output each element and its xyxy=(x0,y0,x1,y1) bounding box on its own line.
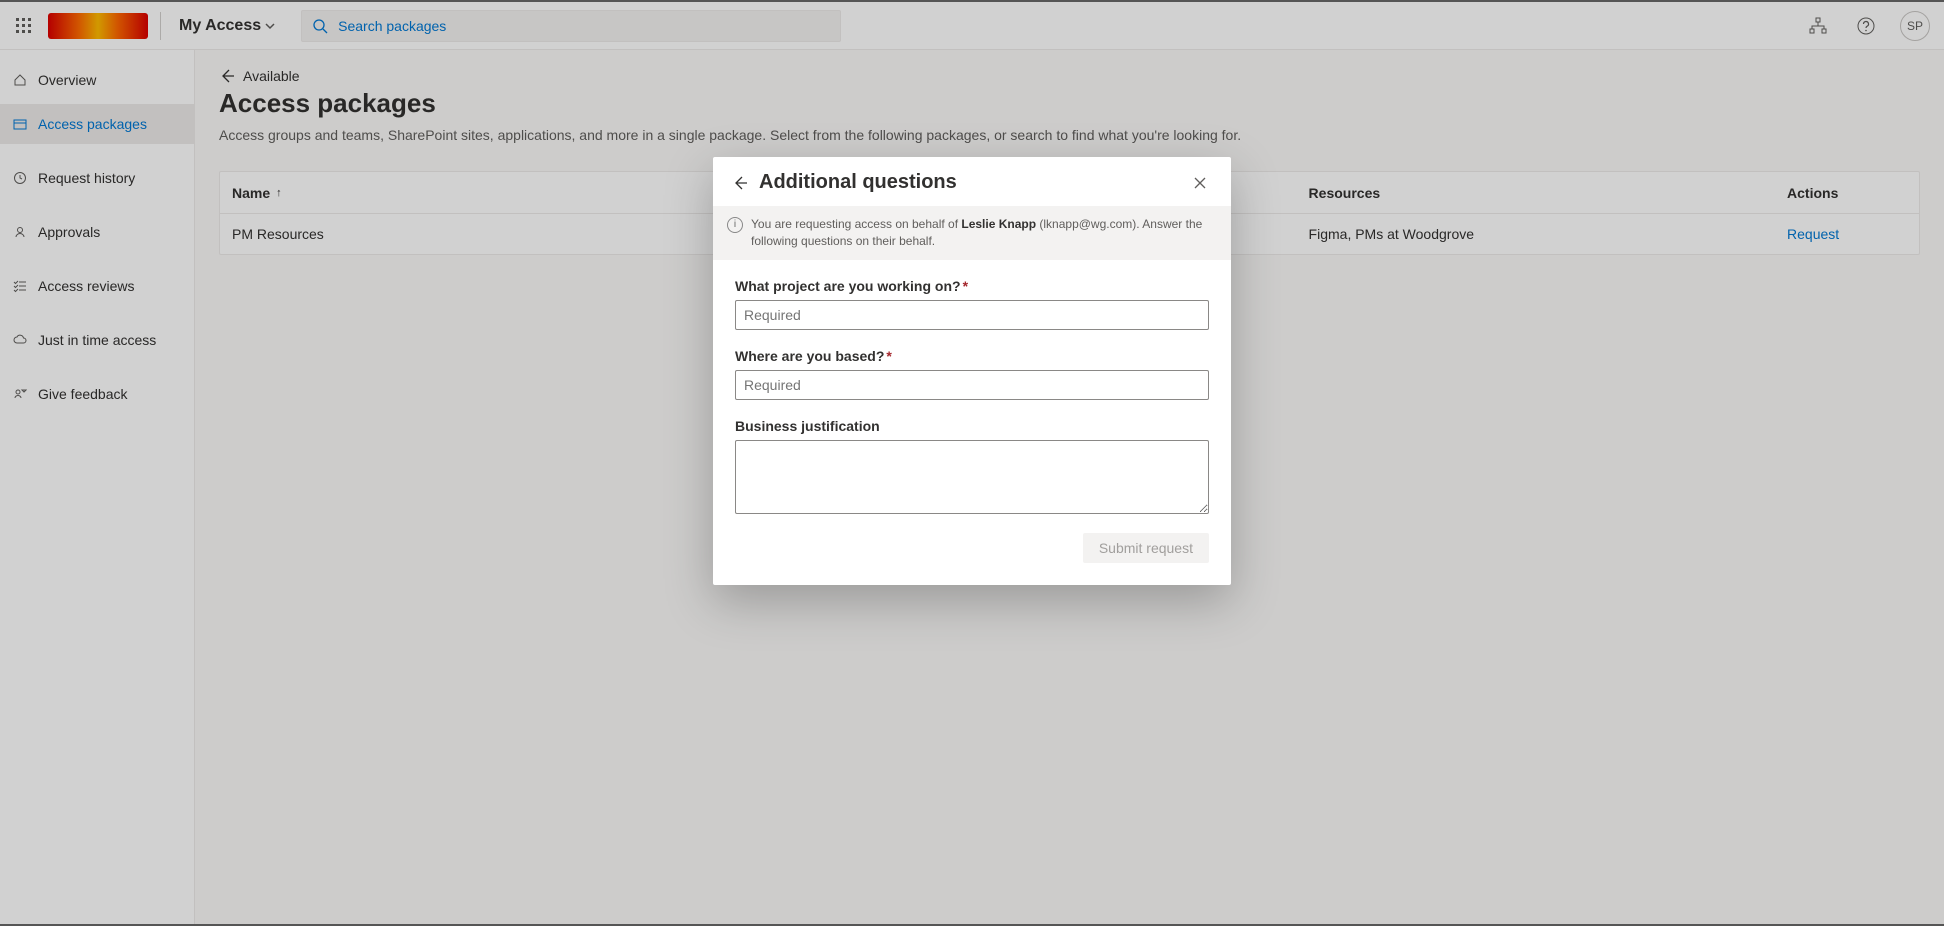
field-location: Where are you based?* xyxy=(735,348,1209,400)
field-justification: Business justification xyxy=(735,418,1209,517)
label-justification: Business justification xyxy=(735,418,1209,434)
required-mark: * xyxy=(886,348,891,364)
input-location[interactable] xyxy=(735,370,1209,400)
info-text: You are requesting access on behalf of L… xyxy=(751,216,1215,250)
info-banner: i You are requesting access on behalf of… xyxy=(713,206,1231,260)
dialog-body: What project are you working on?* Where … xyxy=(713,260,1231,523)
dialog-title: Additional questions xyxy=(759,171,1183,194)
label-location-text: Where are you based? xyxy=(735,348,884,364)
dialog-footer: Submit request xyxy=(713,523,1231,585)
input-project[interactable] xyxy=(735,300,1209,330)
required-mark: * xyxy=(963,278,968,294)
dialog-back-button[interactable] xyxy=(731,174,749,192)
modal-overlay: Additional questions i You are requestin… xyxy=(0,2,1944,924)
info-name: Leslie Knapp xyxy=(961,217,1036,231)
app-root: My Access SP Ov xyxy=(0,0,1944,926)
input-justification[interactable] xyxy=(735,440,1209,514)
label-project-text: What project are you working on? xyxy=(735,278,961,294)
close-icon[interactable] xyxy=(1193,176,1213,190)
field-project: What project are you working on?* xyxy=(735,278,1209,330)
info-icon: i xyxy=(727,217,743,233)
label-project: What project are you working on?* xyxy=(735,278,1209,294)
label-location: Where are you based?* xyxy=(735,348,1209,364)
dialog-additional-questions: Additional questions i You are requestin… xyxy=(713,157,1231,585)
info-prefix: You are requesting access on behalf of xyxy=(751,217,961,231)
dialog-header: Additional questions xyxy=(713,157,1231,206)
submit-button[interactable]: Submit request xyxy=(1083,533,1209,563)
